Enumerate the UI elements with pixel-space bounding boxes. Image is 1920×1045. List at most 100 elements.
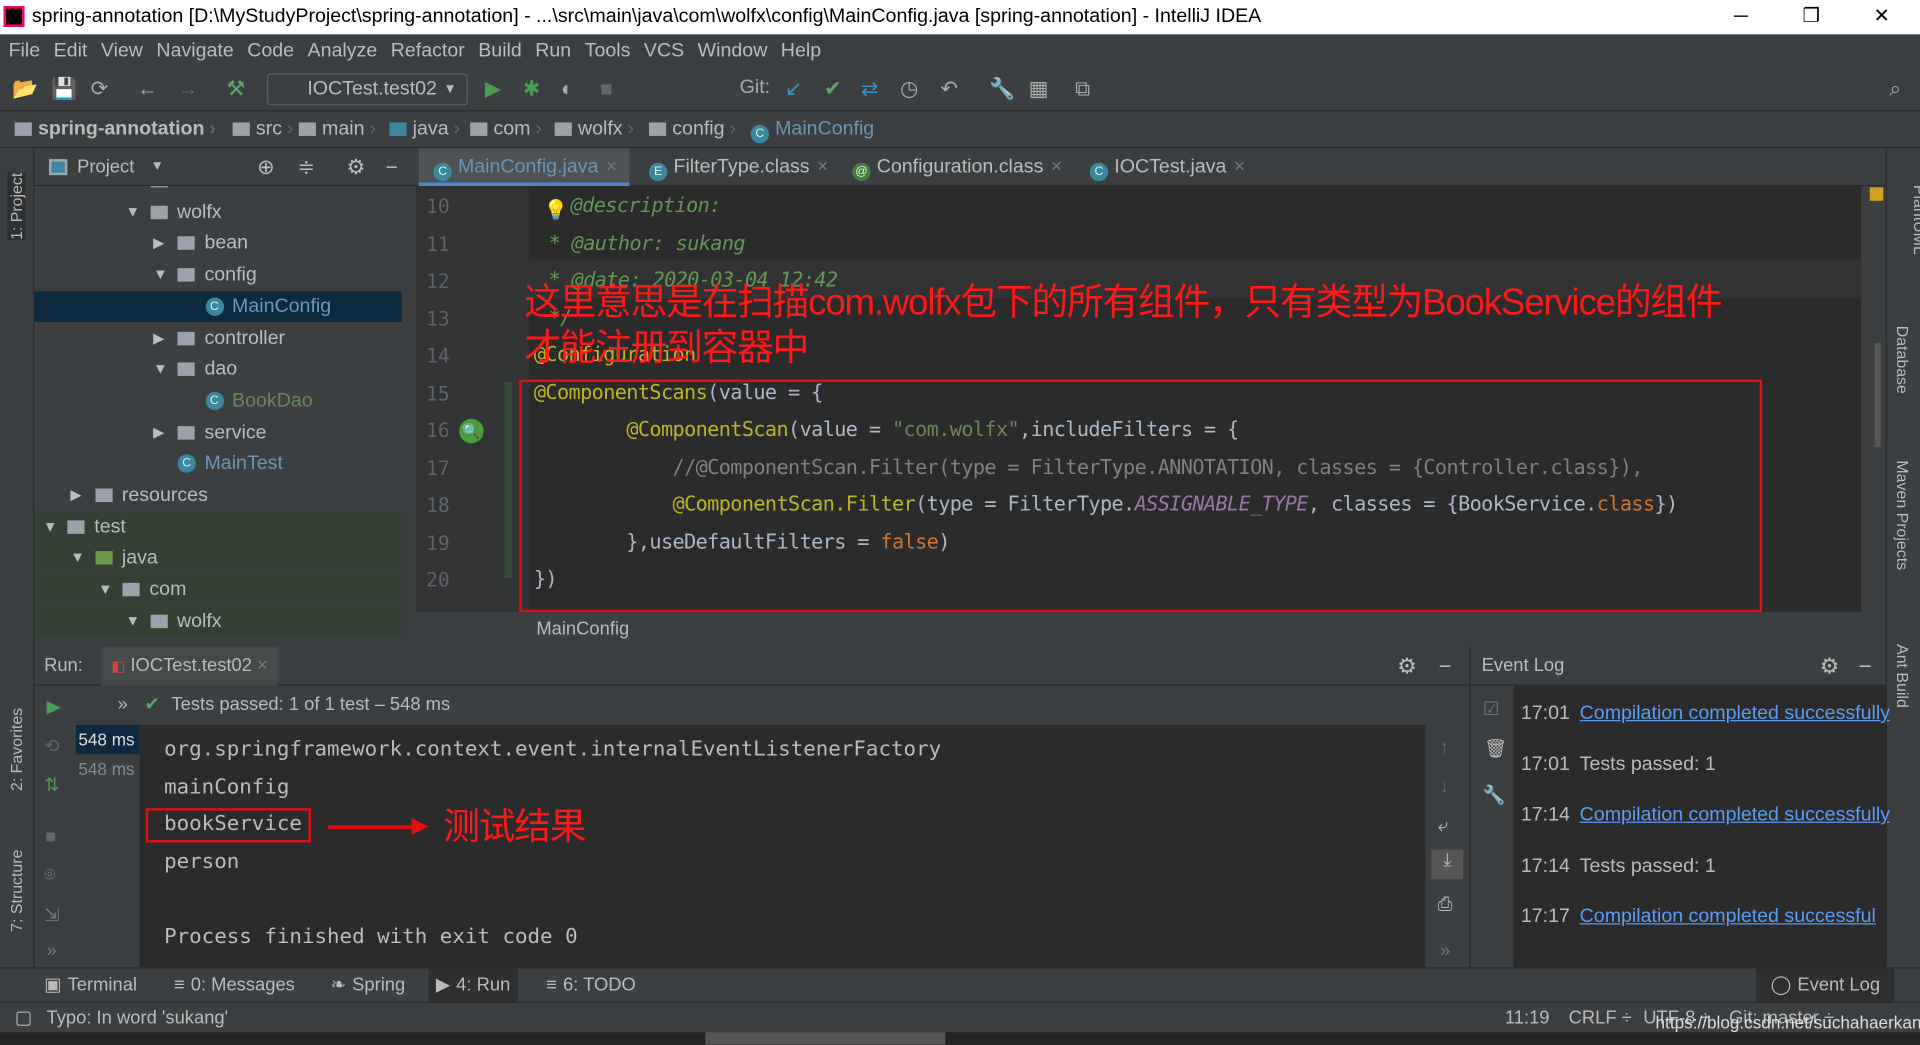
- status-toggle-icon[interactable]: ▢: [15, 1003, 32, 1034]
- code-line[interactable]: @description:: [571, 193, 722, 216]
- menu-item-code[interactable]: Code: [247, 40, 294, 61]
- close-icon[interactable]: ×: [817, 157, 828, 178]
- favorites-tool-button[interactable]: 2: Favorites: [7, 708, 25, 791]
- spring-bean-icon[interactable]: 🔍: [459, 418, 484, 444]
- menu-item-refactor[interactable]: Refactor: [391, 40, 465, 61]
- tree-item[interactable]: ▼ com: [34, 574, 402, 606]
- git-commit-icon[interactable]: ✔: [824, 77, 841, 101]
- minimize-button[interactable]: ─: [1734, 0, 1748, 34]
- debug-icon[interactable]: ✱: [523, 77, 540, 101]
- close-icon[interactable]: ×: [257, 655, 268, 676]
- trash-icon[interactable]: 🗑: [1484, 737, 1507, 759]
- more-icon[interactable]: »: [1440, 940, 1450, 961]
- structure-tool-button[interactable]: 7: Structure: [7, 850, 25, 932]
- locate-icon[interactable]: ⊕: [257, 148, 274, 186]
- import-icon[interactable]: ⇲: [44, 904, 59, 926]
- rerun-failed-icon[interactable]: ⟲: [44, 735, 59, 757]
- close-button[interactable]: ✕: [1873, 0, 1889, 34]
- event-link[interactable]: Compilation completed successfully: [1580, 804, 1890, 825]
- rerun-icon[interactable]: ▶: [47, 696, 61, 718]
- chevron-right-icon[interactable]: ▶: [153, 417, 164, 448]
- chevron-down-icon[interactable]: ▼: [153, 354, 168, 385]
- tree-item[interactable]: C MainTest: [34, 449, 401, 480]
- up-icon[interactable]: ↑: [1440, 737, 1449, 758]
- chevron-right-icon[interactable]: ▶: [153, 228, 164, 259]
- soft-wrap-icon[interactable]: ⤶: [1438, 816, 1448, 837]
- stop-icon[interactable]: ■: [45, 827, 56, 848]
- hide-icon[interactable]: −: [1439, 647, 1452, 686]
- tree-item[interactable]: ▼ dao: [34, 354, 401, 385]
- event-log-tool-button[interactable]: ◯ Event Log: [1755, 968, 1895, 1003]
- menu-item-help[interactable]: Help: [781, 40, 821, 61]
- collapse-all-icon[interactable]: ≑: [298, 148, 315, 186]
- chevron-down-icon[interactable]: ▼: [98, 574, 113, 605]
- git-compare-icon[interactable]: ⇄: [861, 77, 878, 101]
- tab-configuration-class[interactable]: @ Configuration.class ×: [838, 148, 1071, 186]
- gear-icon[interactable]: ⚙: [1820, 647, 1840, 686]
- tree-item[interactable]: ▶ controller: [34, 323, 401, 354]
- stop-icon[interactable]: ■: [600, 77, 613, 101]
- breadcrumb-item[interactable]: C MainConfig: [750, 111, 874, 148]
- settings-wrench-icon[interactable]: 🔧: [989, 77, 1015, 101]
- menu-item-navigate[interactable]: Navigate: [156, 40, 233, 61]
- scrollbar-thumb[interactable]: [705, 1032, 946, 1045]
- maven-tool-button[interactable]: Maven Projects: [1893, 460, 1911, 570]
- build-hammer-icon[interactable]: ⚒: [227, 77, 246, 101]
- chevron-down-icon[interactable]: ▼: [151, 148, 164, 186]
- tree-item[interactable]: C MainConfig: [34, 291, 402, 322]
- editor-breadcrumb-item[interactable]: MainConfig: [536, 618, 629, 639]
- line-separator[interactable]: CRLF ÷: [1569, 1003, 1632, 1034]
- menu-item-edit[interactable]: Edit: [54, 40, 88, 61]
- project-tool-button[interactable]: 1: Project: [7, 172, 26, 241]
- restore-button[interactable]: ❐: [1802, 0, 1820, 34]
- test-duration[interactable]: 548 ms: [76, 754, 140, 783]
- menu-item-vcs[interactable]: VCS: [644, 40, 684, 61]
- chevron-down-icon[interactable]: ▼: [126, 186, 141, 196]
- event-link[interactable]: Compilation completed successfully: [1580, 703, 1890, 724]
- run-tab[interactable]: ◧ IOCTest.test02 ×: [101, 646, 278, 686]
- project-structure-icon[interactable]: ▦: [1029, 77, 1049, 101]
- breadcrumb-item[interactable]: wolfx ›: [554, 111, 634, 148]
- tree-item[interactable]: ▶ resources: [34, 480, 401, 511]
- chevron-right-icon[interactable]: ▶: [70, 480, 81, 511]
- tool-tab-spring[interactable]: ❧ Spring: [323, 969, 412, 1003]
- back-icon[interactable]: ←: [137, 77, 158, 101]
- camera-icon[interactable]: ⌾: [44, 864, 55, 885]
- forward-icon[interactable]: →: [178, 77, 199, 101]
- print-icon[interactable]: ⎙: [1438, 894, 1453, 915]
- close-icon[interactable]: ×: [606, 157, 617, 178]
- tree-item[interactable]: ▶ bean: [34, 228, 401, 259]
- history-icon[interactable]: ◷: [900, 77, 918, 101]
- project-view-select[interactable]: Project: [77, 148, 134, 186]
- caret-position[interactable]: 11:19: [1505, 1003, 1550, 1034]
- breadcrumb-item[interactable]: src ›: [232, 111, 293, 148]
- toggle-auto-test-icon[interactable]: ⇅: [44, 774, 59, 796]
- git-update-icon[interactable]: ↙: [785, 77, 802, 101]
- console-output[interactable]: org.springframework.context.event.intern…: [139, 724, 1426, 968]
- tree-item[interactable]: ▼ wolfx: [34, 197, 401, 228]
- menu-item-file[interactable]: File: [9, 40, 41, 61]
- chevron-down-icon[interactable]: ▼: [43, 511, 58, 542]
- chevron-down-icon[interactable]: ▼: [126, 197, 141, 228]
- database-tool-button[interactable]: Database: [1893, 326, 1911, 394]
- hide-icon[interactable]: −: [1859, 647, 1872, 686]
- coverage-icon[interactable]: ◐: [561, 77, 574, 101]
- ant-build-tool-button[interactable]: Ant Build: [1893, 644, 1911, 708]
- hide-icon[interactable]: −: [386, 148, 398, 186]
- menu-item-view[interactable]: View: [101, 40, 143, 61]
- search-icon[interactable]: ⌕: [1889, 77, 1901, 101]
- breadcrumb-item[interactable]: spring-annotation ›: [14, 111, 216, 148]
- menu-item-window[interactable]: Window: [698, 40, 768, 61]
- more-icon[interactable]: »: [47, 940, 57, 961]
- sdk-icon[interactable]: ⧉: [1075, 77, 1090, 101]
- chevron-right-icon[interactable]: ▶: [153, 323, 164, 354]
- menu-item-tools[interactable]: Tools: [585, 40, 631, 61]
- test-duration[interactable]: 548 ms: [75, 724, 140, 755]
- tool-tab-run[interactable]: ▶ 4: Run: [428, 968, 518, 1003]
- breadcrumb-item[interactable]: com ›: [470, 111, 542, 148]
- chevron-down-icon[interactable]: ▼: [126, 606, 141, 637]
- breadcrumb-item[interactable]: config ›: [648, 111, 736, 148]
- close-icon[interactable]: ×: [1234, 157, 1245, 178]
- menu-item-build[interactable]: Build: [478, 40, 522, 61]
- tab-ioctest-java[interactable]: C IOCTest.java ×: [1075, 148, 1249, 186]
